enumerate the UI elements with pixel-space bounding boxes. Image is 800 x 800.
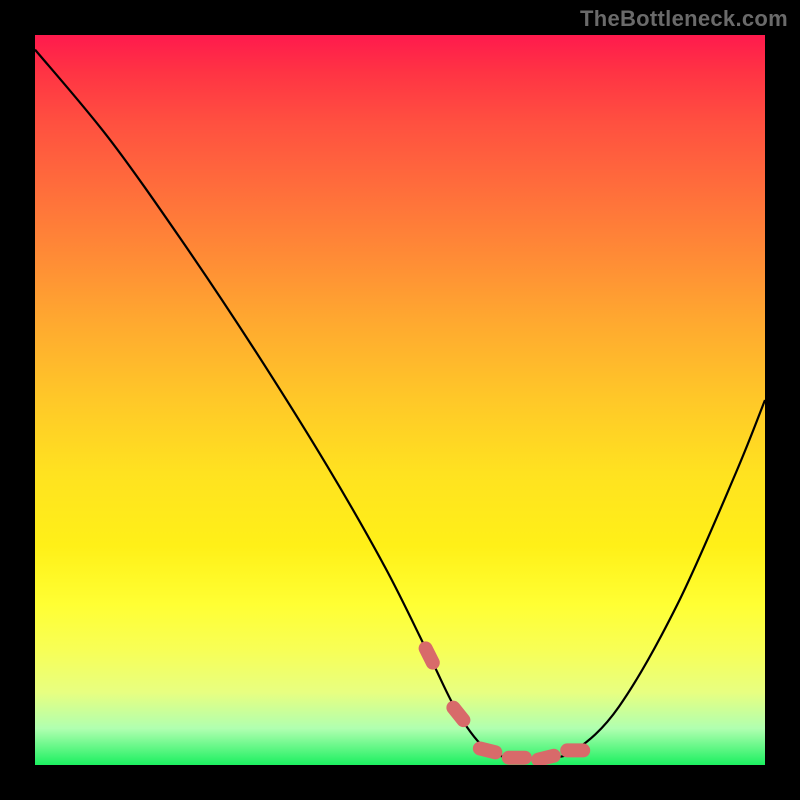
optimal-marker [502, 751, 532, 765]
chart-frame: TheBottleneck.com [0, 0, 800, 800]
site-watermark: TheBottleneck.com [580, 6, 788, 32]
bottleneck-curve [35, 50, 765, 759]
optimal-marker [560, 743, 590, 757]
plot-area [35, 35, 765, 765]
optimal-marker [471, 740, 503, 761]
chart-svg [35, 35, 765, 765]
optimal-marker [416, 639, 442, 672]
optimal-range-markers [416, 639, 590, 765]
optimal-marker [444, 698, 474, 730]
optimal-marker [530, 747, 562, 765]
